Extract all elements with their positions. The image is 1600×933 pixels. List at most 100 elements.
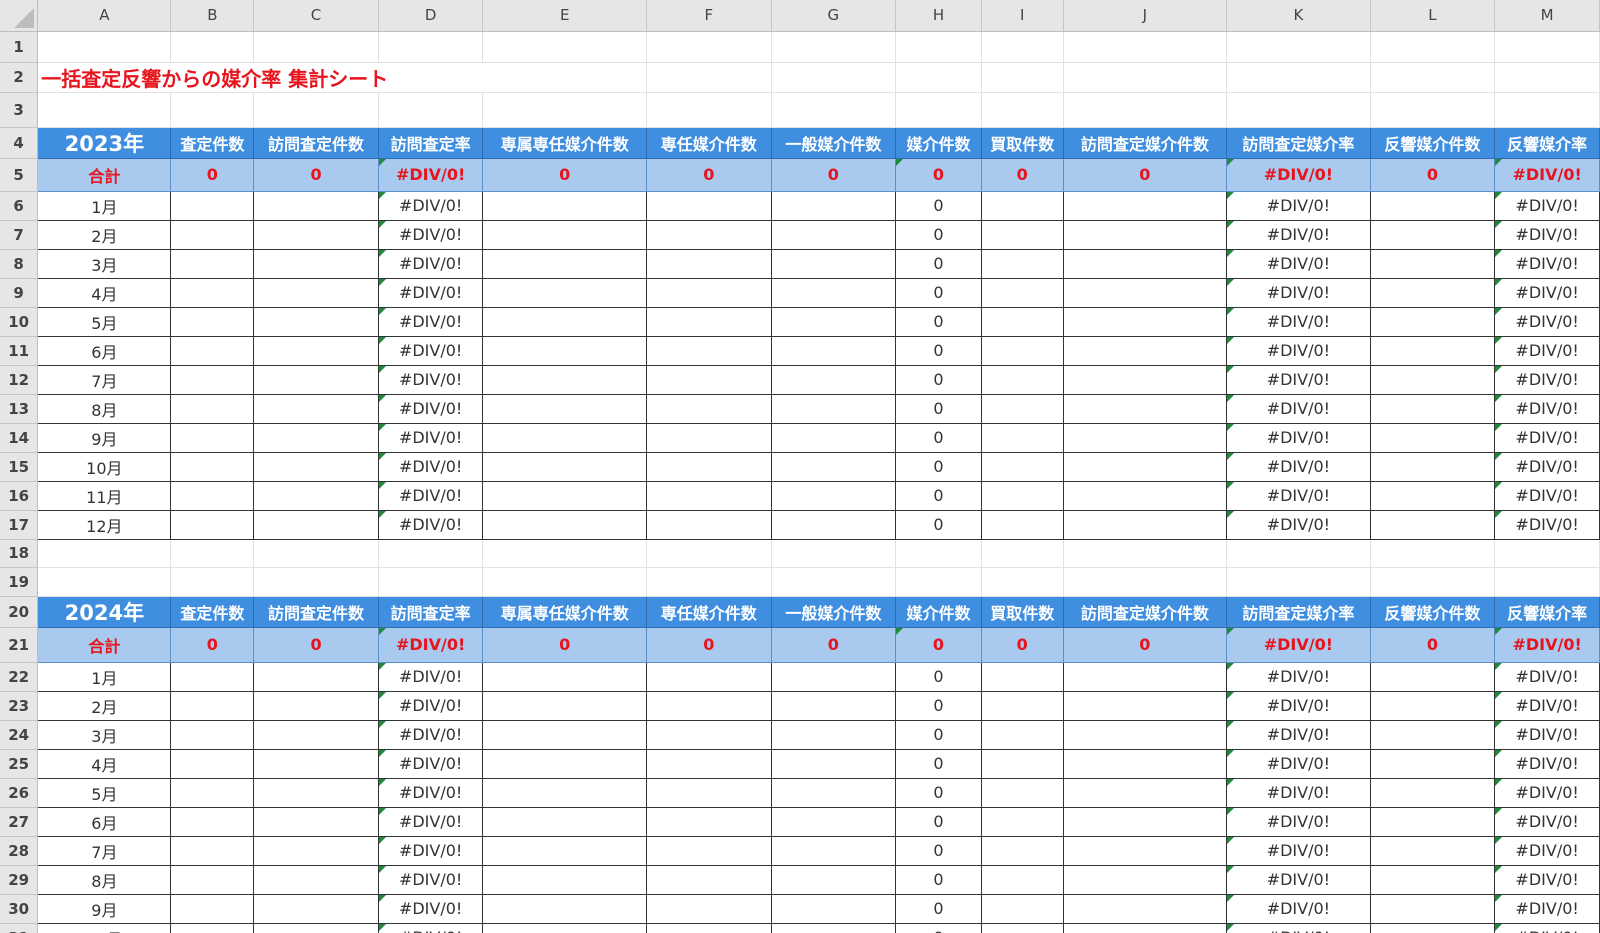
month-value-cell[interactable] <box>980 806 1064 837</box>
total-value-cell[interactable]: 0 <box>895 626 982 663</box>
month-value-cell[interactable]: 0 <box>895 893 982 924</box>
month-value-cell[interactable] <box>1369 335 1496 366</box>
cell-g18[interactable] <box>771 539 897 568</box>
month-value-cell[interactable] <box>1062 277 1228 308</box>
month-value-cell[interactable]: #DIV/0! <box>377 806 484 837</box>
month-value-cell[interactable] <box>170 219 255 250</box>
month-value-cell[interactable] <box>1062 922 1228 933</box>
month-value-cell[interactable]: #DIV/0! <box>1226 719 1371 750</box>
month-value-cell[interactable] <box>170 393 255 424</box>
month-value-cell[interactable] <box>1369 777 1496 808</box>
month-value-cell[interactable]: #DIV/0! <box>377 364 484 395</box>
month-value-cell[interactable] <box>980 690 1064 721</box>
month-value-cell[interactable]: #DIV/0! <box>1494 393 1600 424</box>
month-value-cell[interactable]: #DIV/0! <box>377 393 484 424</box>
month-value-cell[interactable]: 0 <box>895 480 982 511</box>
cell-h2[interactable] <box>895 62 982 93</box>
month-value-cell[interactable] <box>1369 864 1496 895</box>
month-value-cell[interactable] <box>170 306 255 337</box>
month-value-cell[interactable] <box>170 248 255 279</box>
month-value-cell[interactable]: #DIV/0! <box>377 306 484 337</box>
month-value-cell[interactable] <box>253 364 379 395</box>
month-value-cell[interactable] <box>1062 306 1228 337</box>
row-header-30[interactable]: 30 <box>0 894 39 924</box>
month-value-cell[interactable]: #DIV/0! <box>1494 748 1600 779</box>
month-value-cell[interactable]: #DIV/0! <box>377 922 484 933</box>
column-title-cell[interactable]: 一般媒介件数 <box>770 595 897 628</box>
month-value-cell[interactable] <box>1369 364 1496 395</box>
month-value-cell[interactable] <box>482 393 647 424</box>
month-value-cell[interactable] <box>1369 422 1496 453</box>
column-header-c[interactable]: C <box>253 0 379 32</box>
cell-j1[interactable] <box>1063 31 1228 63</box>
cell-j3[interactable] <box>1063 92 1228 128</box>
month-value-cell[interactable]: #DIV/0! <box>1226 661 1371 692</box>
month-value-cell[interactable]: #DIV/0! <box>377 864 484 895</box>
month-value-cell[interactable] <box>253 690 379 721</box>
month-value-cell[interactable]: #DIV/0! <box>1494 806 1600 837</box>
month-value-cell[interactable]: 0 <box>895 777 982 808</box>
month-value-cell[interactable] <box>253 393 379 424</box>
month-value-cell[interactable]: #DIV/0! <box>1226 893 1371 924</box>
month-value-cell[interactable] <box>482 509 647 540</box>
month-label-cell[interactable]: 3月 <box>37 248 172 279</box>
month-value-cell[interactable]: #DIV/0! <box>1494 364 1600 395</box>
month-value-cell[interactable] <box>482 922 647 933</box>
month-value-cell[interactable] <box>980 864 1064 895</box>
month-value-cell[interactable] <box>170 748 255 779</box>
row-header-8[interactable]: 8 <box>0 249 39 279</box>
month-value-cell[interactable]: #DIV/0! <box>377 777 484 808</box>
cell-l2[interactable] <box>1370 62 1496 93</box>
month-value-cell[interactable]: #DIV/0! <box>1226 922 1371 933</box>
month-value-cell[interactable] <box>645 480 772 511</box>
cell-i19[interactable] <box>981 567 1064 597</box>
row-header-18[interactable]: 18 <box>0 539 39 568</box>
column-title-cell[interactable]: 専任媒介件数 <box>645 595 772 628</box>
total-value-cell[interactable]: 0 <box>1369 626 1496 663</box>
month-value-cell[interactable] <box>770 806 897 837</box>
month-value-cell[interactable] <box>1369 451 1496 482</box>
month-value-cell[interactable] <box>1369 509 1496 540</box>
month-value-cell[interactable]: 0 <box>895 690 982 721</box>
column-header-l[interactable]: L <box>1370 0 1496 32</box>
month-value-cell[interactable] <box>645 690 772 721</box>
total-value-cell[interactable]: 0 <box>770 157 897 192</box>
total-label-cell[interactable]: 合計 <box>37 626 172 663</box>
month-value-cell[interactable]: #DIV/0! <box>377 893 484 924</box>
month-label-cell[interactable]: 2月 <box>37 219 172 250</box>
row-header-26[interactable]: 26 <box>0 778 39 808</box>
month-label-cell[interactable]: 4月 <box>37 277 172 308</box>
column-title-cell[interactable]: 訪問査定媒介件数 <box>1062 126 1228 159</box>
column-header-j[interactable]: J <box>1063 0 1228 32</box>
month-value-cell[interactable]: #DIV/0! <box>1494 719 1600 750</box>
month-value-cell[interactable]: #DIV/0! <box>377 451 484 482</box>
month-value-cell[interactable]: #DIV/0! <box>1226 864 1371 895</box>
month-value-cell[interactable] <box>170 835 255 866</box>
month-value-cell[interactable] <box>170 277 255 308</box>
month-value-cell[interactable] <box>770 422 897 453</box>
month-value-cell[interactable] <box>770 364 897 395</box>
month-value-cell[interactable] <box>1062 690 1228 721</box>
month-value-cell[interactable] <box>645 835 772 866</box>
row-header-28[interactable]: 28 <box>0 836 39 866</box>
month-value-cell[interactable] <box>645 335 772 366</box>
month-value-cell[interactable] <box>170 509 255 540</box>
cell-k19[interactable] <box>1226 567 1371 597</box>
cell-h18[interactable] <box>895 539 982 568</box>
total-value-cell[interactable]: #DIV/0! <box>1494 157 1600 192</box>
month-value-cell[interactable] <box>980 835 1064 866</box>
row-header-6[interactable]: 6 <box>0 191 39 221</box>
month-value-cell[interactable] <box>980 190 1064 221</box>
column-title-cell[interactable]: 買取件数 <box>980 595 1064 628</box>
total-value-cell[interactable]: 0 <box>1062 626 1228 663</box>
month-value-cell[interactable]: #DIV/0! <box>1226 690 1371 721</box>
month-value-cell[interactable] <box>1369 393 1496 424</box>
month-value-cell[interactable] <box>1062 719 1228 750</box>
row-header-4[interactable]: 4 <box>0 127 39 159</box>
column-title-cell[interactable]: 査定件数 <box>170 126 255 159</box>
month-value-cell[interactable] <box>770 393 897 424</box>
cell-h3[interactable] <box>895 92 982 128</box>
month-value-cell[interactable] <box>170 422 255 453</box>
spreadsheet-grid[interactable]: A B C D E F G H I J K L M 1 2 一括査定反響からの媒介率 集計シート 3 4 2023年… <box>0 0 1600 933</box>
month-value-cell[interactable] <box>770 480 897 511</box>
